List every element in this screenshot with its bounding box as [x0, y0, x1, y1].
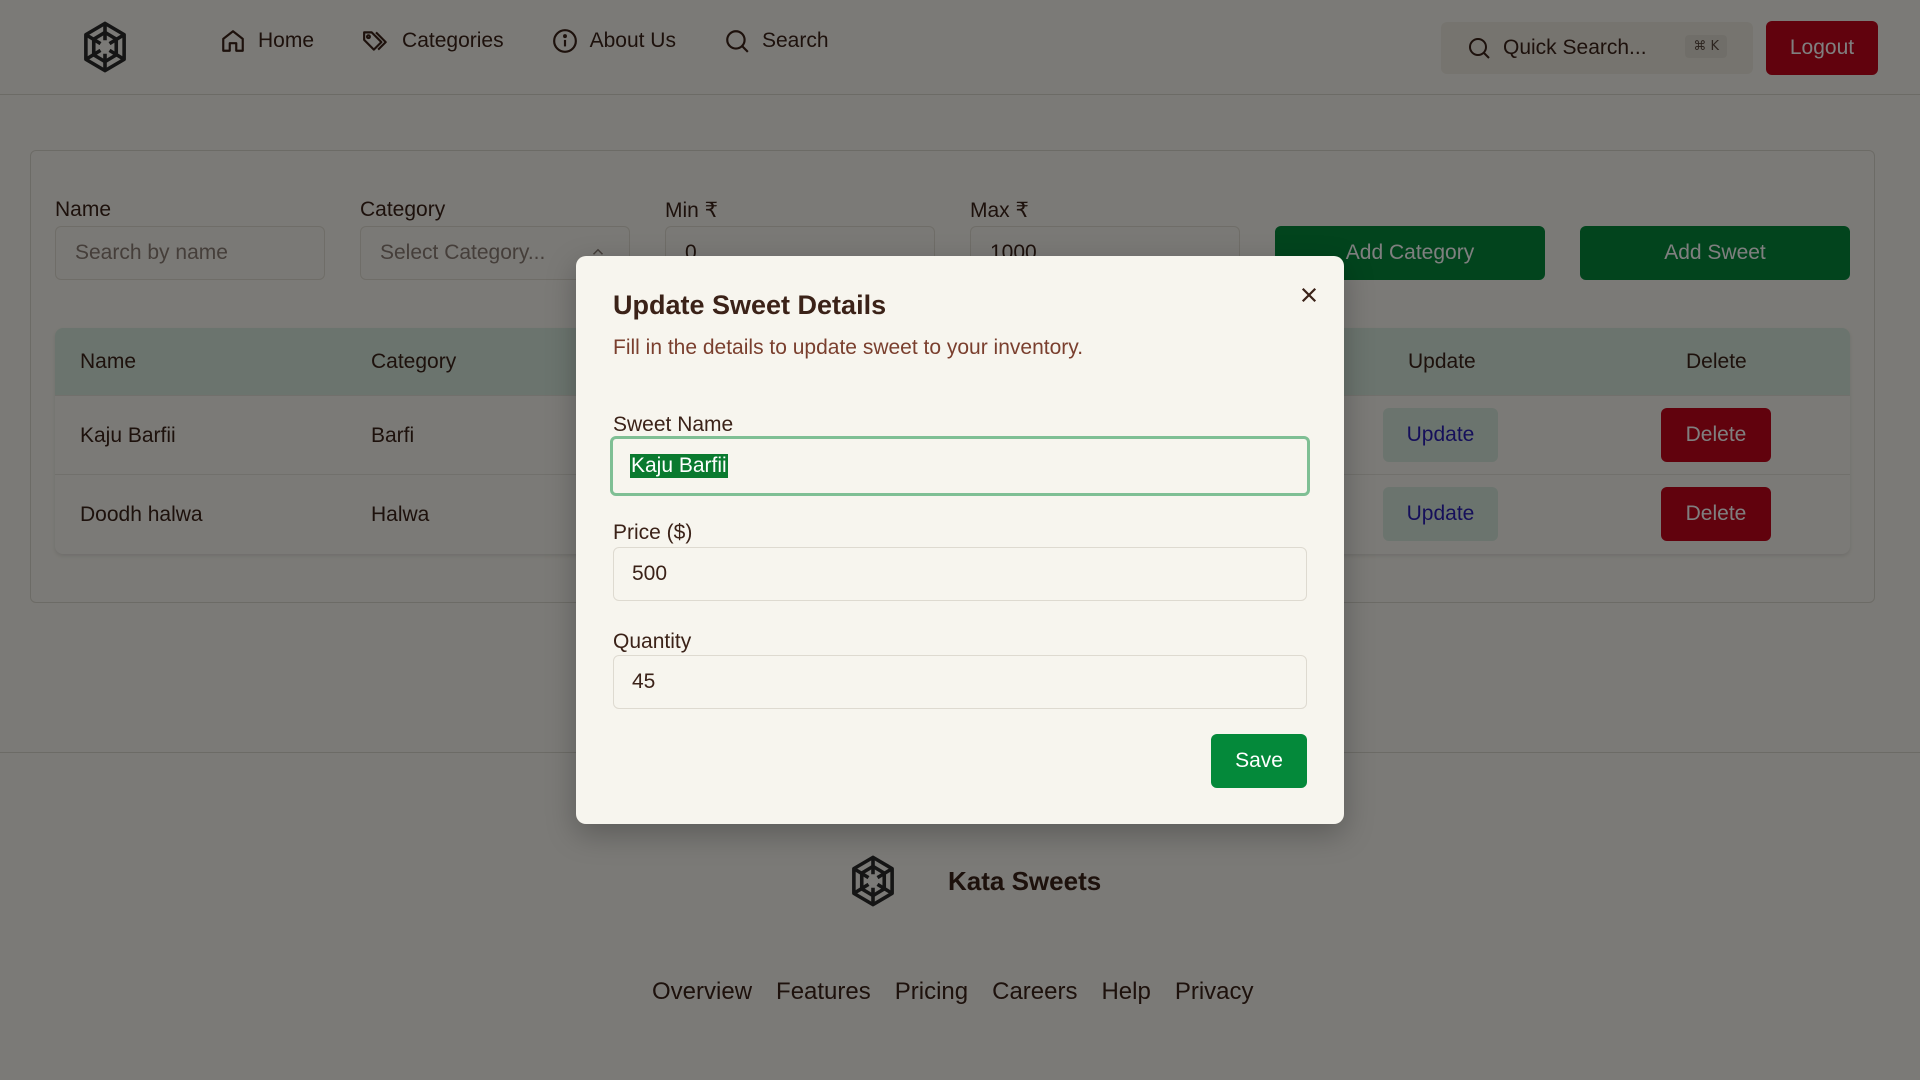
dialog-title: Update Sweet Details	[613, 290, 887, 320]
update-sweet-dialog: Update Sweet Details Fill in the details…	[576, 256, 1344, 824]
sweet-name-value: Kaju Barfii	[630, 454, 728, 478]
close-icon[interactable]	[1294, 280, 1324, 310]
dialog-description: Fill in the details to update sweet to y…	[613, 336, 1084, 359]
save-button[interactable]: Save	[1211, 734, 1307, 788]
quantity-label: Quantity	[613, 630, 692, 653]
sweet-name-input[interactable]: Kaju Barfii	[610, 436, 1310, 496]
sweet-name-label: Sweet Name	[613, 413, 734, 436]
price-label: Price ($)	[613, 521, 693, 544]
quantity-input[interactable]: 45	[613, 655, 1307, 709]
price-input[interactable]: 500	[613, 547, 1307, 601]
